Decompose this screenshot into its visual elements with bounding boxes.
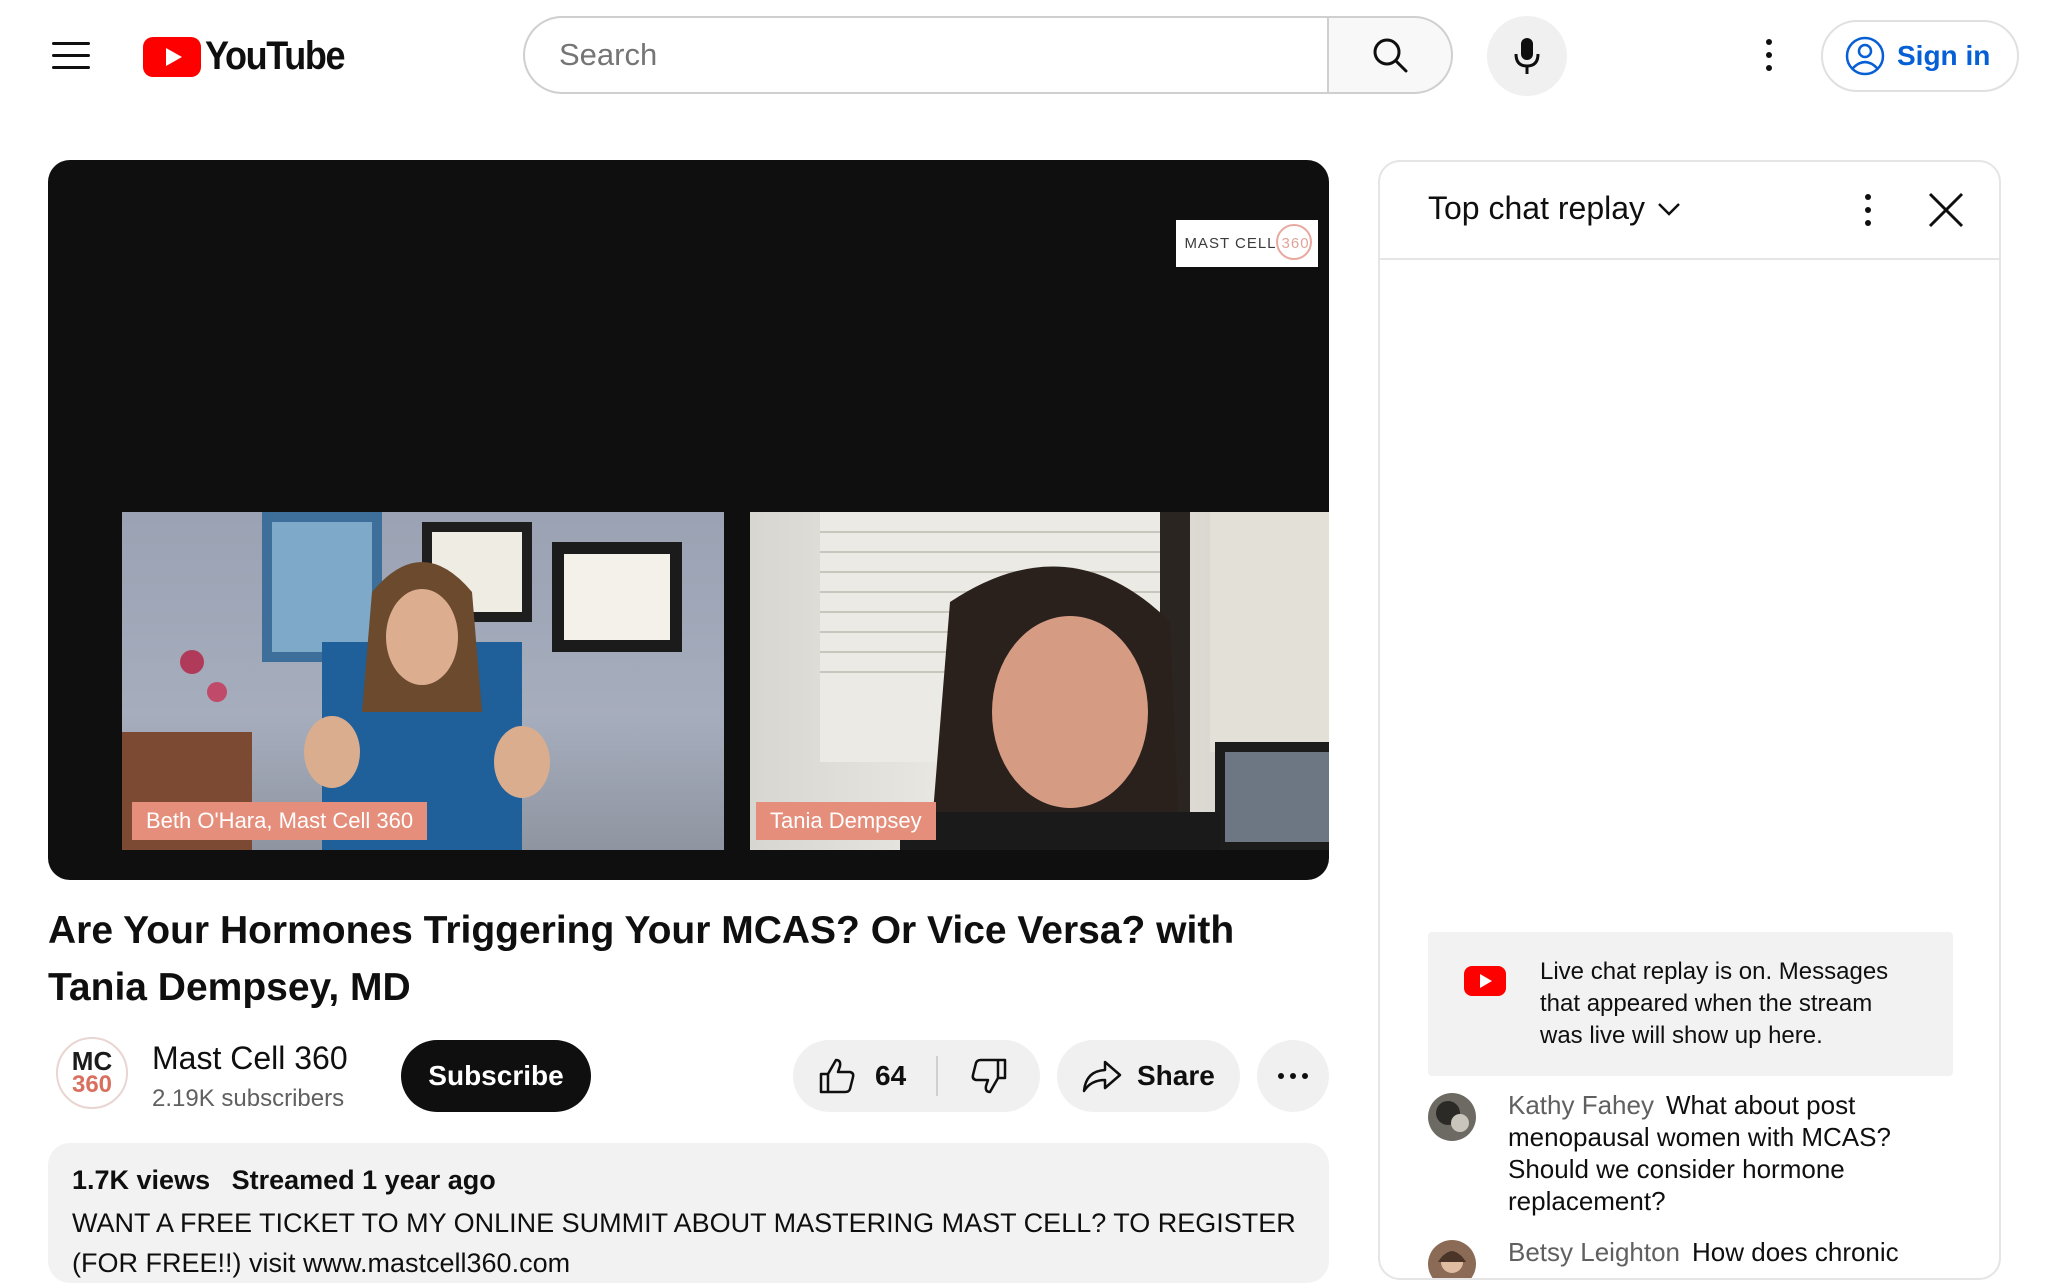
description-text: WANT A FREE TICKET TO MY ONLINE SUMMIT A… [72,1208,1296,1278]
chevron-down-icon [1658,202,1680,216]
chat-message-body: Betsy Leighton How does chronic [1508,1236,1928,1268]
chat-mode-dropdown[interactable]: Top chat replay [1428,190,1683,227]
voice-search-button[interactable] [1487,16,1567,96]
subscriber-count: 2.19K subscribers [152,1085,345,1112]
guide-menu-button[interactable] [46,30,96,80]
chat-author-avatar[interactable] [1428,1240,1476,1278]
view-count: 1.7K views [72,1165,211,1195]
share-button[interactable]: Share [1057,1040,1240,1112]
share-icon [1082,1060,1122,1093]
chat-replay-notice: Live chat replay is on. Messages that ap… [1428,932,1953,1076]
microphone-icon [1514,38,1540,74]
close-icon [1928,192,1964,228]
chat-author-avatar[interactable] [1428,1093,1476,1141]
video-player[interactable]: Beth O'Hara, Mast Cell 360 Tania Dempsey… [48,160,1329,880]
video-frame-left [122,512,682,850]
chat-message-text: How does chronic [1692,1237,1899,1267]
description-meta: 1.7K views Streamed 1 year ago [72,1165,496,1196]
account-circle-icon [1845,36,1885,76]
dislike-button[interactable] [938,1040,1040,1112]
description-box[interactable]: 1.7K views Streamed 1 year ago WANT A FR… [48,1143,1329,1283]
search-input[interactable] [557,36,1301,74]
more-vertical-icon [1766,39,1772,45]
chat-author-name[interactable]: Betsy Leighton [1508,1237,1680,1267]
search-icon [1373,38,1408,73]
watermark-ring-icon [1276,224,1312,260]
masthead: YouTube Sign in [0,0,2048,112]
share-label: Share [1137,1060,1215,1091]
chat-header: Top chat replay [1380,162,1999,260]
more-vertical-icon [1865,194,1871,200]
menu-icon [52,41,90,45]
chat-replay-panel: Top chat replay Live chat replay is on. … [1378,160,2001,1280]
logo-wordmark: YouTube [205,34,346,78]
sign-in-label: Sign in [1897,40,1991,71]
thumbs-down-icon [971,1058,1007,1094]
like-button[interactable]: 64 [793,1040,936,1112]
video-frame-right [820,512,1329,850]
settings-more-button[interactable] [1744,30,1794,80]
participant-name-tag: Beth O'Hara, Mast Cell 360 [132,802,428,840]
youtube-play-icon [143,36,201,77]
stream-date: Streamed 1 year ago [231,1165,496,1195]
sign-in-button[interactable]: Sign in [1821,20,2019,92]
channel-avatar[interactable]: MC 360 [56,1037,128,1109]
youtube-logo[interactable]: YouTube [143,34,360,79]
channel-watermark[interactable]: MAST CELL 360 [1176,220,1318,267]
thumbs-up-icon [819,1058,855,1094]
chat-author-name[interactable]: Kathy Fahey [1508,1090,1654,1120]
youtube-play-icon [1464,966,1506,996]
search-box [523,16,1329,94]
participant-name-tag: Tania Dempsey [756,802,936,840]
subscribe-button[interactable]: Subscribe [401,1040,591,1112]
chat-more-button[interactable] [1848,188,1888,232]
more-actions-button[interactable] [1257,1040,1329,1112]
chat-title: Top chat replay [1428,190,1646,226]
video-tile-right: Tania Dempsey [750,512,1329,850]
like-count: 64 [875,1060,907,1091]
video-tile-left: Beth O'Hara, Mast Cell 360 [122,512,724,850]
more-horizontal-icon [1278,1073,1284,1079]
video-title: Are Your Hormones Triggering Your MCAS? … [48,909,1235,1009]
like-dislike-group: 64 [793,1040,1040,1112]
chat-notice-text: Live chat replay is on. Messages that ap… [1540,958,1889,1049]
chat-close-button[interactable] [1924,188,1968,232]
search-button[interactable] [1327,16,1453,94]
channel-name-link[interactable]: Mast Cell 360 [152,1040,348,1077]
chat-message-body: Kathy Fahey What about post menopausal wo… [1508,1089,1928,1217]
